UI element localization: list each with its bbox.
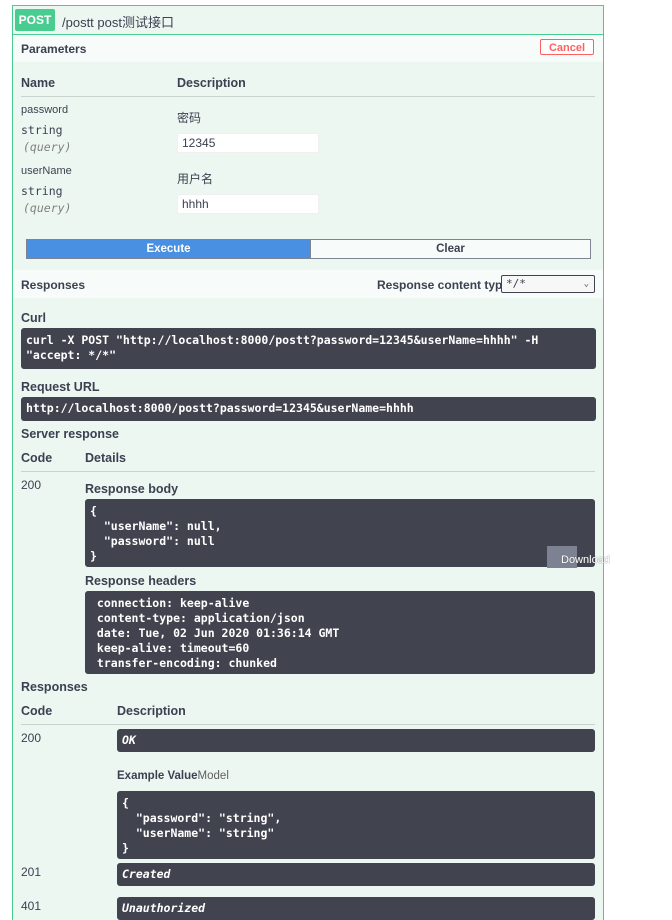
response-desc-201: Created — [117, 863, 595, 886]
param-desc-password: 密码 — [177, 111, 202, 125]
request-url-label: Request URL — [21, 380, 100, 394]
response-desc-200: OK — [117, 729, 595, 752]
responses-divider — [21, 724, 595, 725]
response-content-type-label: Response content type — [377, 278, 510, 292]
param-in-username: (query) — [23, 201, 72, 215]
cancel-button[interactable]: Cancel — [540, 39, 594, 55]
password-input[interactable]: 12345 — [177, 133, 319, 153]
server-response-details-header: Details — [85, 451, 126, 465]
server-response-label: Server response — [21, 427, 119, 441]
response-headers-label: Response headers — [85, 574, 197, 588]
example-value-tabs: Example ValueModel — [117, 770, 229, 782]
response-code-201: 201 — [21, 865, 42, 879]
download-button[interactable]: Download — [561, 554, 610, 566]
table-divider — [21, 96, 595, 97]
operation-description: post测试接口 — [97, 15, 174, 30]
server-response-code: 200 — [21, 478, 42, 492]
example-value-tab[interactable]: Example Value — [117, 770, 198, 782]
operation-summary[interactable]: POST /postt post测试接口 — [13, 6, 603, 35]
parameters-title: Parameters — [21, 42, 87, 56]
response-content-type-select[interactable]: */* ⌄ — [501, 275, 595, 293]
operation-path: /postt post测试接口 — [62, 12, 174, 31]
path-text: /postt — [62, 15, 94, 30]
param-type-password: string — [21, 123, 63, 137]
response-headers[interactable]: connection: keep-alive content-type: app… — [85, 591, 595, 674]
responses-code-header: Code — [21, 704, 53, 718]
param-name-password: password — [21, 104, 69, 116]
username-input[interactable]: hhhh — [177, 194, 319, 214]
response-body[interactable]: { "userName": null, "password": null } — [85, 499, 595, 567]
column-header-description: Description — [177, 76, 246, 90]
clear-button[interactable]: Clear — [310, 240, 590, 258]
method-badge: POST — [15, 9, 55, 31]
execute-button[interactable]: Execute — [27, 240, 310, 258]
responses-doc-label: Responses — [21, 680, 88, 694]
response-body-label: Response body — [85, 482, 179, 496]
responses-description-header: Description — [117, 704, 186, 718]
response-code-200: 200 — [21, 731, 42, 745]
param-desc-username: 用户名 — [177, 172, 214, 186]
example-value-code[interactable]: { "password": "string", "userName": "str… — [117, 791, 595, 859]
chevron-down-icon: ⌄ — [583, 279, 589, 289]
curl-command[interactable]: curl -X POST "http://localhost:8000/post… — [21, 328, 596, 369]
param-name-username: userName — [21, 165, 72, 177]
curl-label: Curl — [21, 311, 46, 325]
responses-title: Responses — [21, 278, 86, 292]
response-desc-401: Unauthorized — [117, 897, 595, 920]
column-header-name: Name — [21, 76, 56, 90]
param-in-password: (query) — [23, 140, 72, 154]
model-tab[interactable]: Model — [198, 770, 229, 782]
param-type-username: string — [21, 184, 63, 198]
server-response-divider — [21, 471, 595, 472]
parameters-header: Parameters Cancel — [13, 35, 603, 62]
response-code-401: 401 — [21, 899, 42, 913]
select-value: */* — [506, 277, 526, 290]
server-response-code-header: Code — [21, 451, 53, 465]
request-url-value[interactable]: http://localhost:8000/postt?password=123… — [21, 397, 596, 421]
operation-block-post: POST /postt post测试接口 Parameters Cancel N… — [12, 5, 604, 920]
execute-button-group: Execute Clear — [26, 239, 591, 259]
responses-header: Responses Response content type */* ⌄ — [13, 270, 603, 298]
